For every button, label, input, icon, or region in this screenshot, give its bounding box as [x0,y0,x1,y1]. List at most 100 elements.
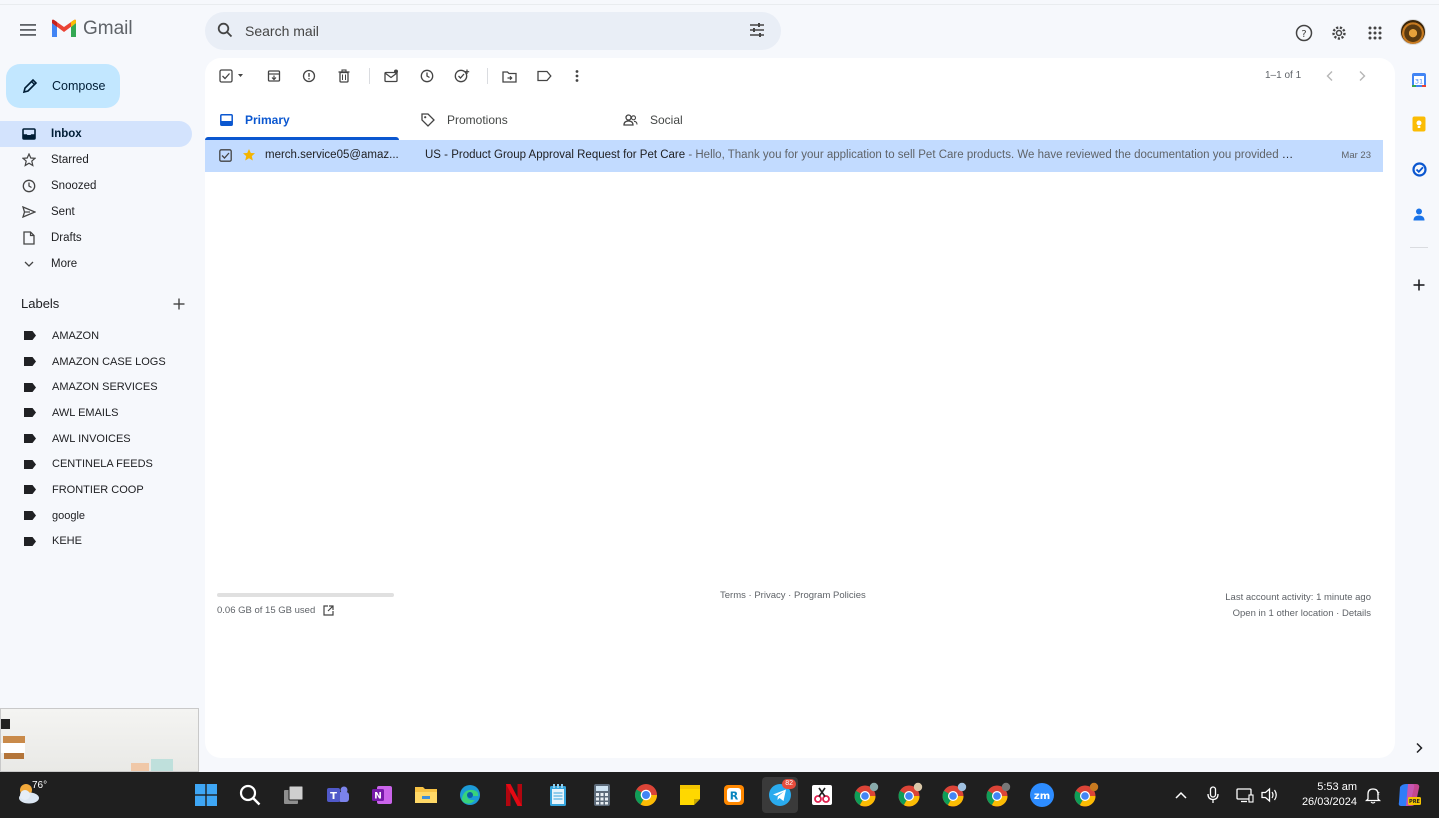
link-separator: · [1333,608,1342,619]
label-item-frontier-coop[interactable]: FRONTIER COOP [0,477,192,503]
email-subject-line: US - Product Group Approval Request for … [425,149,1295,161]
label-item-amazon[interactable]: AMAZON [0,323,192,349]
snipping-tool-icon[interactable] [808,781,836,809]
svg-text:z: z [1377,791,1380,797]
snooze-clock-icon[interactable] [419,68,435,84]
teams-icon[interactable]: T [324,781,352,809]
sidebar-item-inbox[interactable]: Inbox [0,121,192,147]
label-item-amazon-case-logs[interactable]: AMAZON CASE LOGS [0,349,192,375]
netflix-icon[interactable] [500,781,528,809]
window-preview-thumbnail[interactable] [0,708,199,772]
gmail-logo[interactable]: Gmail [51,18,133,40]
label-tag-icon [24,382,36,392]
add-to-tasks-icon[interactable] [454,68,470,84]
windows-start-icon[interactable] [192,781,220,809]
terms-link[interactable]: Terms [720,590,746,601]
label-item-centinela-feeds[interactable]: CENTINELA FEEDS [0,451,192,477]
calculator-icon[interactable] [588,781,616,809]
program-policies-link[interactable]: Program Policies [794,590,866,601]
edge-browser-icon[interactable] [456,781,484,809]
star-icon[interactable] [242,148,256,162]
settings-gear-icon[interactable] [1328,22,1350,44]
search-icon[interactable] [217,22,233,38]
email-row-checkbox[interactable] [219,149,232,162]
archive-icon[interactable] [266,68,282,84]
chrome-profile-1-icon[interactable] [852,781,880,809]
search-options-icon[interactable] [749,23,765,37]
help-icon[interactable]: ? [1293,22,1315,44]
older-page-chevron-left-icon[interactable] [1322,68,1338,84]
svg-text:T: T [330,791,337,802]
delete-trash-icon[interactable] [336,68,352,84]
calendar-icon[interactable]: 31 [1410,71,1428,89]
svg-text:?: ? [1301,29,1306,40]
label-item-amazon-services[interactable]: AMAZON SERVICES [0,374,192,400]
chrome-profile-4-icon[interactable] [984,781,1012,809]
send-icon [21,204,37,220]
tab-primary[interactable]: Primary [220,99,290,140]
network-icon[interactable] [1236,786,1254,804]
mark-as-read-icon[interactable] [383,68,399,84]
compose-button[interactable]: Compose [6,64,120,108]
account-avatar[interactable] [1400,19,1426,45]
more-vertical-icon[interactable] [569,68,585,84]
onenote-icon[interactable]: N [368,781,396,809]
label-item-kehe[interactable]: KEHE [0,529,192,555]
show-hidden-icons-chevron-up-icon[interactable] [1172,786,1190,804]
microphone-icon[interactable] [1204,786,1222,804]
add-label-plus-icon[interactable] [173,298,185,310]
label-name: KEHE [52,535,82,548]
show-side-panel-chevron-icon[interactable] [1410,739,1428,757]
chrome-icon[interactable] [632,781,660,809]
temperature: 76° [32,780,48,791]
tab-promotions[interactable]: Promotions [421,99,508,140]
contacts-icon[interactable] [1410,205,1428,223]
notifications-bell-icon[interactable]: z [1364,786,1382,804]
chrome-profile-2-icon[interactable] [896,781,924,809]
header: Gmail ? [0,6,1439,58]
tab-label: Primary [245,112,290,127]
sidebar-item-sent[interactable]: Sent [0,199,192,225]
telegram-icon[interactable]: 82 [762,777,798,813]
svg-text:N: N [374,792,382,802]
label-as-icon[interactable] [536,68,552,84]
email-row[interactable]: merch.service05@amaz... US - Product Gro… [205,140,1383,172]
privacy-link[interactable]: Privacy [754,590,785,601]
ringcentral-icon[interactable]: R [720,781,748,809]
sticky-notes-icon[interactable] [676,781,704,809]
tasks-icon[interactable] [1410,160,1428,178]
open-external-icon[interactable] [323,605,334,616]
main-menu-button[interactable] [14,15,44,45]
label-item-awl-invoices[interactable]: AWL INVOICES [0,426,192,452]
details-link[interactable]: Details [1342,608,1371,619]
select-all-checkbox[interactable] [219,68,247,84]
label-tag-icon [24,434,36,444]
zoom-icon[interactable]: zm [1028,781,1056,809]
sidebar-item-drafts[interactable]: Drafts [0,225,192,251]
sidebar-item-starred[interactable]: Starred [0,147,192,173]
copilot-icon[interactable]: PRE [1396,782,1422,808]
labels-list: AMAZON AMAZON CASE LOGS AMAZON SERVICES … [0,323,192,554]
keep-icon[interactable] [1410,115,1428,133]
file-explorer-icon[interactable] [412,781,440,809]
report-spam-icon[interactable] [301,68,317,84]
move-to-folder-icon[interactable] [501,68,517,84]
volume-speaker-icon[interactable] [1261,786,1279,804]
label-item-google[interactable]: google [0,503,192,529]
sidebar-item-snoozed[interactable]: Snoozed [0,173,192,199]
get-addons-plus-icon[interactable] [1410,276,1428,294]
chrome-profile-5-icon[interactable] [1072,781,1100,809]
sidebar-item-more[interactable]: More [0,251,192,277]
notepad-icon[interactable] [544,781,572,809]
svg-text:PRE: PRE [1409,799,1421,805]
apps-grid-icon[interactable] [1364,22,1386,44]
label-item-awl-emails[interactable]: AWL EMAILS [0,400,192,426]
tab-social[interactable]: Social [623,99,683,140]
taskbar-search-icon[interactable] [236,781,264,809]
chrome-profile-3-icon[interactable] [940,781,968,809]
label-tag-icon [24,536,36,546]
search-input[interactable] [245,21,725,41]
system-clock[interactable]: 5:53 am 26/03/2024 [1290,780,1357,810]
task-view-icon[interactable] [280,781,308,809]
newer-page-chevron-right-icon[interactable] [1354,68,1370,84]
